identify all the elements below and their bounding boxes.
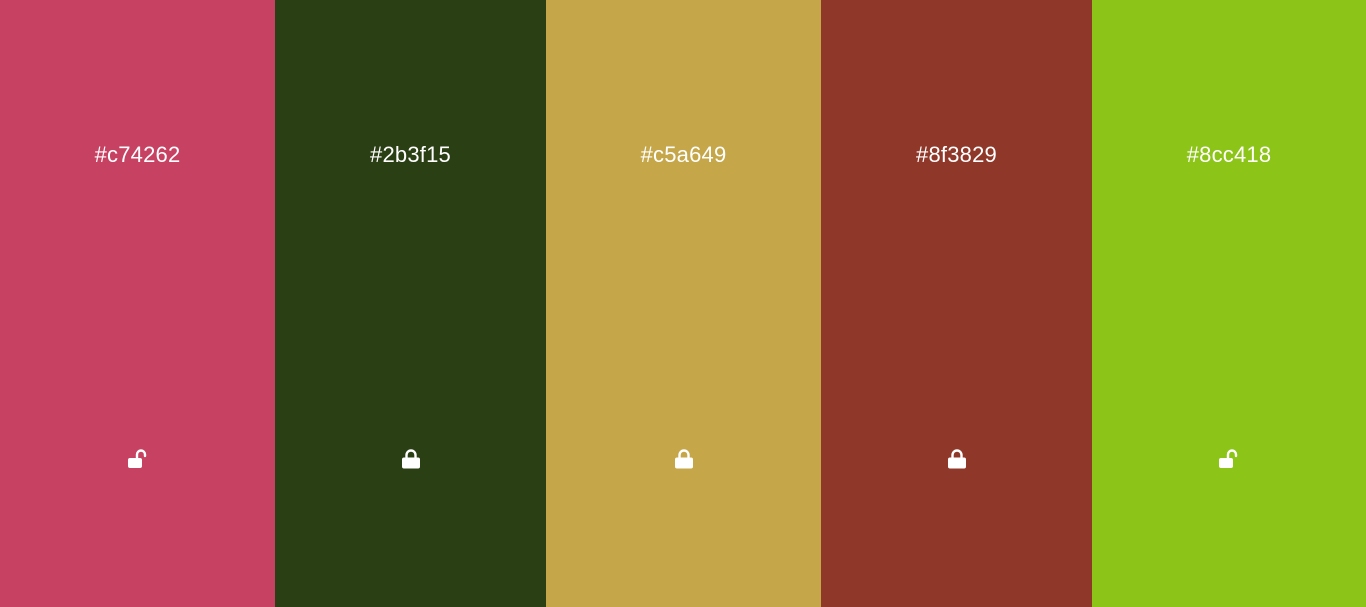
color-swatch-3[interactable]: #c5a649 <box>546 0 821 607</box>
lock-toggle-button[interactable] <box>125 446 151 472</box>
lock-toggle-button[interactable] <box>671 446 697 472</box>
unlocked-icon <box>1219 449 1238 468</box>
hex-code-label[interactable]: #c5a649 <box>546 140 821 170</box>
lock-toggle-button[interactable] <box>1216 446 1242 472</box>
lock-toggle-button[interactable] <box>398 446 424 472</box>
color-swatch-5[interactable]: #8cc418 <box>1092 0 1366 607</box>
color-swatch-1[interactable]: #c74262 <box>0 0 275 607</box>
locked-icon <box>401 449 420 469</box>
lock-toggle-button[interactable] <box>944 446 970 472</box>
color-swatch-2[interactable]: #2b3f15 <box>275 0 546 607</box>
locked-icon <box>674 449 693 469</box>
locked-icon <box>947 449 966 469</box>
hex-code-label[interactable]: #c74262 <box>0 140 275 170</box>
hex-code-label[interactable]: #8f3829 <box>821 140 1092 170</box>
color-swatch-4[interactable]: #8f3829 <box>821 0 1092 607</box>
hex-code-label[interactable]: #8cc418 <box>1092 140 1366 170</box>
color-palette: #c74262 #2b3f15 #c5a649 #8f3829 #8cc418 <box>0 0 1366 607</box>
hex-code-label[interactable]: #2b3f15 <box>275 140 546 170</box>
unlocked-icon <box>127 449 146 468</box>
